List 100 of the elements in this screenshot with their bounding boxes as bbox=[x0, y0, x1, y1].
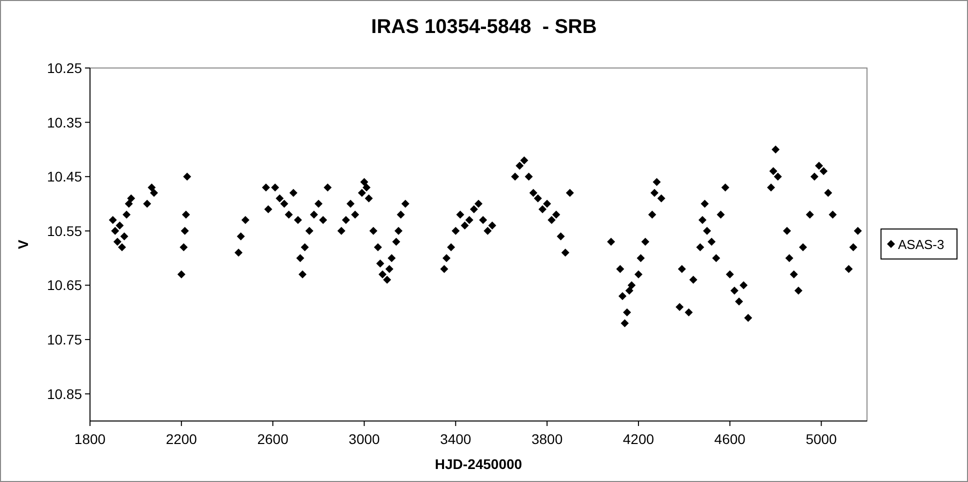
x-tick-label: 3000 bbox=[348, 431, 380, 447]
data-point bbox=[271, 183, 280, 192]
data-point bbox=[628, 281, 636, 290]
x-tick-label: 4200 bbox=[622, 431, 654, 447]
data-point bbox=[324, 183, 332, 192]
data-point bbox=[806, 210, 814, 219]
data-point bbox=[447, 243, 456, 252]
y-tick-label: 10.75 bbox=[46, 332, 82, 348]
data-point bbox=[556, 232, 565, 240]
data-point bbox=[305, 226, 314, 235]
data-point bbox=[143, 200, 152, 208]
x-tick-label: 3400 bbox=[440, 431, 472, 447]
data-point bbox=[854, 226, 862, 235]
data-point bbox=[700, 200, 709, 208]
data-point bbox=[284, 210, 293, 219]
data-point bbox=[378, 270, 387, 278]
x-tick-label: 2600 bbox=[257, 431, 288, 447]
data-point bbox=[440, 264, 448, 273]
data-point bbox=[314, 200, 323, 208]
data-point bbox=[369, 226, 378, 235]
data-point bbox=[529, 188, 538, 197]
data-point bbox=[849, 243, 858, 252]
data-point bbox=[744, 314, 752, 322]
y-tick-label: 10.25 bbox=[46, 60, 82, 76]
data-point bbox=[730, 286, 738, 295]
data-point bbox=[385, 264, 394, 273]
data-point bbox=[342, 216, 350, 224]
data-point bbox=[362, 183, 371, 192]
data-point bbox=[177, 270, 186, 278]
data-point bbox=[828, 210, 837, 219]
data-point bbox=[769, 167, 778, 176]
data-point bbox=[820, 167, 828, 176]
data-point bbox=[108, 216, 117, 224]
data-point bbox=[616, 264, 624, 273]
data-point bbox=[456, 210, 464, 219]
data-point bbox=[684, 308, 693, 316]
data-point bbox=[625, 286, 634, 295]
data-point bbox=[708, 238, 716, 246]
data-point bbox=[543, 200, 552, 208]
data-point bbox=[124, 200, 133, 208]
data-point bbox=[383, 276, 392, 284]
data-point bbox=[294, 216, 302, 224]
x-tick-label: 1800 bbox=[74, 431, 106, 447]
data-point bbox=[358, 188, 366, 197]
data-point bbox=[392, 238, 400, 246]
data-point bbox=[623, 308, 632, 316]
data-point bbox=[262, 183, 270, 192]
data-point bbox=[696, 243, 704, 252]
data-point bbox=[180, 226, 189, 235]
data-point bbox=[319, 216, 328, 224]
data-point bbox=[607, 238, 616, 246]
data-point bbox=[648, 210, 656, 219]
data-point bbox=[774, 172, 782, 181]
data-point bbox=[657, 194, 666, 202]
data-point bbox=[552, 210, 560, 219]
data-point bbox=[296, 254, 304, 262]
y-tick-label: 10.55 bbox=[46, 222, 82, 239]
data-point bbox=[346, 200, 355, 208]
data-point bbox=[844, 264, 853, 273]
data-point bbox=[234, 248, 243, 257]
data-point bbox=[298, 270, 307, 278]
data-point bbox=[120, 232, 128, 240]
data-point bbox=[180, 243, 188, 252]
data-point bbox=[641, 238, 650, 246]
data-point bbox=[698, 216, 706, 224]
data-point bbox=[516, 162, 524, 170]
data-point bbox=[524, 172, 533, 181]
data-point bbox=[689, 276, 698, 284]
data-point bbox=[442, 254, 450, 262]
y-tick-label: 10.45 bbox=[46, 168, 82, 185]
data-point bbox=[650, 188, 658, 197]
data-point bbox=[678, 264, 686, 273]
data-point bbox=[620, 319, 629, 328]
data-point bbox=[300, 243, 309, 252]
data-point bbox=[652, 178, 661, 186]
data-point bbox=[374, 243, 382, 252]
data-point bbox=[479, 216, 488, 224]
data-point bbox=[183, 172, 192, 181]
data-point bbox=[148, 183, 156, 192]
data-point bbox=[127, 194, 136, 202]
data-point bbox=[794, 286, 802, 295]
data-point bbox=[735, 298, 744, 306]
y-axis-label: V bbox=[15, 240, 31, 250]
x-tick-label: 2200 bbox=[166, 431, 197, 447]
data-point bbox=[236, 232, 245, 240]
data-point bbox=[810, 172, 818, 181]
data-point bbox=[280, 200, 288, 208]
data-point bbox=[394, 226, 403, 235]
data-point bbox=[511, 172, 520, 181]
data-point bbox=[241, 216, 250, 224]
data-point bbox=[113, 238, 122, 246]
data-point bbox=[182, 210, 190, 219]
data-point bbox=[388, 254, 396, 262]
data-point bbox=[703, 226, 712, 235]
data-point bbox=[566, 188, 574, 197]
x-tick-label: 3800 bbox=[531, 431, 563, 447]
data-point bbox=[470, 205, 478, 214]
data-point bbox=[396, 210, 405, 219]
data-point bbox=[712, 254, 720, 262]
x-tick-label: 4600 bbox=[714, 431, 746, 447]
